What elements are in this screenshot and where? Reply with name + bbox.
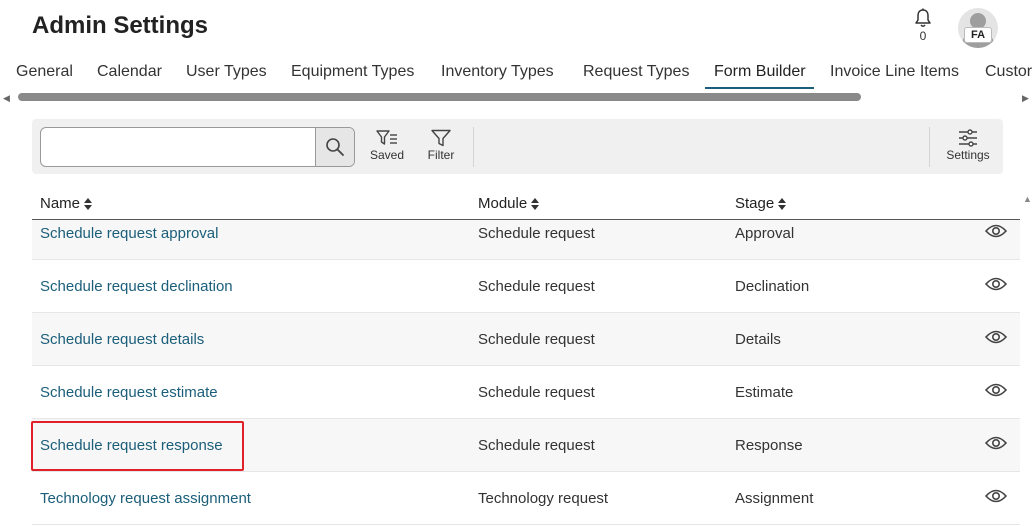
tab-general[interactable]: General [16,63,73,81]
tab-user-types[interactable]: User Types [186,63,267,81]
tab-calendar[interactable]: Calendar [97,63,162,81]
eye-icon[interactable] [985,223,1007,239]
form-name-link[interactable]: Schedule request response [40,437,223,454]
saved-button[interactable]: Saved [365,129,409,162]
form-stage: Approval [735,225,795,242]
form-name-link[interactable]: Schedule request approval [40,225,218,242]
tab-bar: General Calendar User Types Equipment Ty… [0,56,1034,90]
table-row[interactable]: Schedule request details Schedule reques… [32,313,1020,366]
search-box [40,127,355,167]
form-module: Schedule request [478,331,595,348]
eye-icon[interactable] [985,435,1007,451]
tabs-horizontal-scrollbar[interactable]: ◀ ▶ [0,91,1034,103]
table-row[interactable]: Technology request assignment Technology… [32,472,1020,525]
scroll-up-arrow-icon[interactable]: ▲ [1023,194,1032,204]
page-title: Admin Settings [32,12,209,39]
tab-inventory-types[interactable]: Inventory Types [441,63,554,81]
form-stage: Estimate [735,384,794,401]
toolbar-divider [929,127,930,167]
avatar[interactable]: FA [958,8,998,48]
settings-label: Settings [946,148,990,162]
toolbar: Saved Filter Settings [32,119,1003,174]
search-input[interactable] [41,128,316,166]
form-name-link[interactable]: Schedule request details [40,331,204,348]
form-name-link[interactable]: Schedule request declination [40,278,233,295]
sort-icon [778,198,787,211]
active-tab-indicator [705,87,814,89]
form-name-link[interactable]: Technology request assignment [40,490,251,507]
table-row[interactable]: Schedule request approval Schedule reque… [32,220,1020,260]
notification-count: 0 [919,29,927,43]
form-name-link[interactable]: Schedule request estimate [40,384,218,401]
form-module: Schedule request [478,278,595,295]
table-row[interactable]: Schedule request response Schedule reque… [32,419,1020,472]
scrollbar-thumb[interactable] [18,93,861,101]
tab-request-types[interactable]: Request Types [583,63,689,81]
toolbar-divider [473,127,474,167]
filter-label: Filter [427,148,455,162]
sort-icon [531,198,540,211]
notifications-button[interactable]: 0 [912,8,934,44]
search-button[interactable] [315,128,354,166]
form-stage: Declination [735,278,810,295]
sort-icon [84,198,93,211]
search-icon [326,138,344,156]
eye-icon[interactable] [985,382,1007,398]
form-module: Technology request [478,490,609,507]
filter-button[interactable]: Filter [419,129,463,162]
table-row[interactable]: Schedule request declination Schedule re… [32,260,1020,313]
avatar-initials: FA [964,27,992,43]
settings-button[interactable]: Settings [941,129,995,162]
bell-icon [915,8,931,27]
settings-sliders-icon [959,129,977,147]
scroll-right-arrow-icon[interactable]: ▶ [1022,93,1029,104]
eye-icon[interactable] [985,488,1007,504]
saved-filter-icon [376,130,397,145]
form-module: Schedule request [478,437,595,454]
form-stage: Response [735,437,803,454]
filter-icon [431,129,451,147]
column-header-stage[interactable]: Stage [735,195,787,212]
form-stage: Assignment [735,490,814,507]
table-header: Name Module Stage [32,188,1020,220]
table-row[interactable]: Schedule request estimate Schedule reque… [32,366,1020,419]
tab-equipment-types[interactable]: Equipment Types [291,63,414,81]
form-module: Schedule request [478,225,595,242]
scroll-left-arrow-icon[interactable]: ◀ [3,93,10,104]
eye-icon[interactable] [985,329,1007,345]
form-module: Schedule request [478,384,595,401]
column-header-name[interactable]: Name [40,195,93,212]
tab-invoice-line-items[interactable]: Invoice Line Items [830,63,959,81]
eye-icon[interactable] [985,276,1007,292]
form-stage: Details [735,331,781,348]
column-header-module[interactable]: Module [478,195,540,212]
saved-label: Saved [369,148,405,162]
tab-custom[interactable]: Custor [985,63,1032,81]
tab-form-builder[interactable]: Form Builder [714,63,806,81]
